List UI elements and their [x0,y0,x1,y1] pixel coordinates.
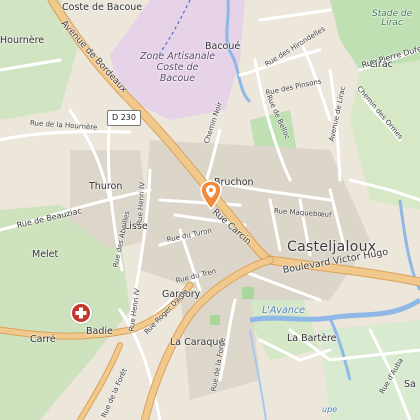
place-label-stade-de-lirac[interactable]: Stade de Lirac [372,10,412,28]
place-label-la-bartere[interactable]: La Bartère [287,334,337,344]
place-label-zone-artisanale[interactable]: Zone Artisanale Coste de Bacoue [140,51,215,85]
place-label-hournere[interactable]: Hournère [0,36,44,46]
medical-cross-icon[interactable] [70,302,92,324]
place-label-la-caraque[interactable]: La Caraque [170,338,224,348]
road-shield-d230: D 230 [107,110,141,126]
place-label-thuron[interactable]: Thuron [89,182,122,192]
place-label-carre[interactable]: Carré [30,335,56,345]
location-pin-glyph [200,180,222,210]
medical-cross-glyph [75,307,87,319]
location-marker-icon[interactable] [200,180,222,210]
place-label-upe: upe [322,405,338,414]
place-label-bacoue[interactable]: Bacoué [205,42,240,52]
map-view[interactable]: D 230 Coste de Bacoue Hournère Zone Arti… [0,0,420,420]
place-label-l-avance: L'Avance [262,305,305,316]
place-label-coste-de-bacoue[interactable]: Coste de Bacoue [62,3,142,13]
place-label-melet[interactable]: Melet [32,250,58,260]
place-label-sa[interactable]: Sa [404,380,416,390]
place-label-badie[interactable]: Badie [86,327,113,337]
